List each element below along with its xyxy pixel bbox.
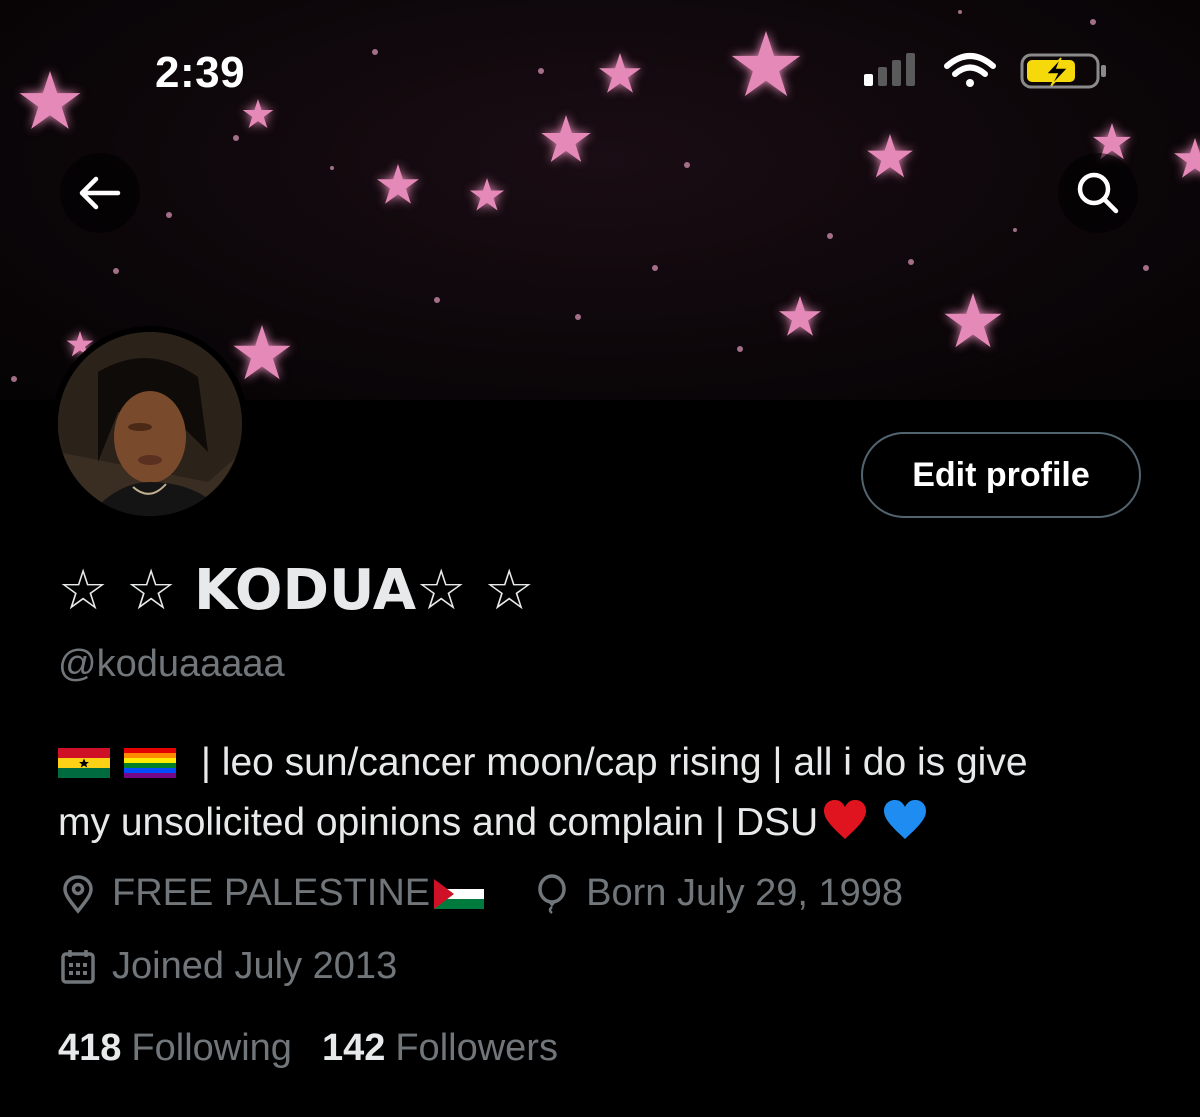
- ghana-flag-icon: [58, 748, 110, 778]
- joined-text: Joined July 2013: [112, 945, 398, 987]
- location-item: FREE PALESTINE: [58, 872, 485, 915]
- location-text: FREE PALESTINE: [112, 872, 431, 914]
- profile-bio: | leo sun/cancer moon/cap rising | all i…: [58, 733, 1158, 853]
- followers-label: Followers: [395, 1027, 558, 1069]
- following-label: Following: [131, 1027, 292, 1069]
- followers-link[interactable]: 142 Followers: [322, 1027, 558, 1070]
- signal-icon: [864, 53, 915, 86]
- rainbow-flag-icon: [124, 748, 176, 778]
- search-icon: [1077, 172, 1119, 214]
- followers-count: 142: [321, 1027, 386, 1069]
- display-name: ☆ ☆ KODUA☆ ☆: [58, 558, 534, 623]
- balloon-icon: [538, 873, 566, 914]
- joined-row: Joined July 2013: [58, 945, 397, 988]
- display-name-suffix: ☆ ☆: [416, 558, 535, 623]
- battery-charging-icon: [1020, 53, 1106, 89]
- birthday-item: Born July 29, 1998: [532, 872, 903, 915]
- calendar-icon: [61, 949, 95, 984]
- birthday-text: Born July 29, 1998: [586, 872, 904, 914]
- status-icons: [864, 53, 1106, 89]
- display-name-text: KODUA: [194, 558, 417, 623]
- palestine-flag-icon: [434, 878, 485, 909]
- display-name-prefix: ☆ ☆: [58, 558, 195, 623]
- avatar-photo: [58, 332, 242, 516]
- following-link[interactable]: 418 Following: [58, 1027, 292, 1070]
- edit-profile-button[interactable]: Edit profile: [861, 432, 1141, 518]
- status-time: 2:39: [155, 48, 246, 97]
- profile-avatar[interactable]: [52, 326, 248, 522]
- bio-text-line1: | leo sun/cancer moon/cap rising | all i…: [190, 741, 1028, 784]
- location-pin-icon: [63, 874, 93, 914]
- arrow-left-icon: [79, 176, 121, 210]
- following-count: 418: [58, 1027, 122, 1069]
- blue-heart-icon: [884, 800, 927, 839]
- back-button[interactable]: [60, 153, 140, 233]
- search-button[interactable]: [1058, 153, 1138, 233]
- user-handle: @koduaaaaa: [58, 643, 285, 685]
- avatar-person-illustration: [58, 332, 242, 516]
- joined-item: Joined July 2013: [58, 945, 397, 988]
- profile-meta-row: FREE PALESTINE Born July 29, 1998: [58, 872, 903, 915]
- bio-text-line2: my unsolicited opinions and complain | D…: [58, 801, 819, 844]
- wifi-icon: [944, 53, 996, 87]
- follow-counts: 418 Following 142 Followers: [58, 1027, 588, 1070]
- red-heart-icon: [824, 800, 867, 839]
